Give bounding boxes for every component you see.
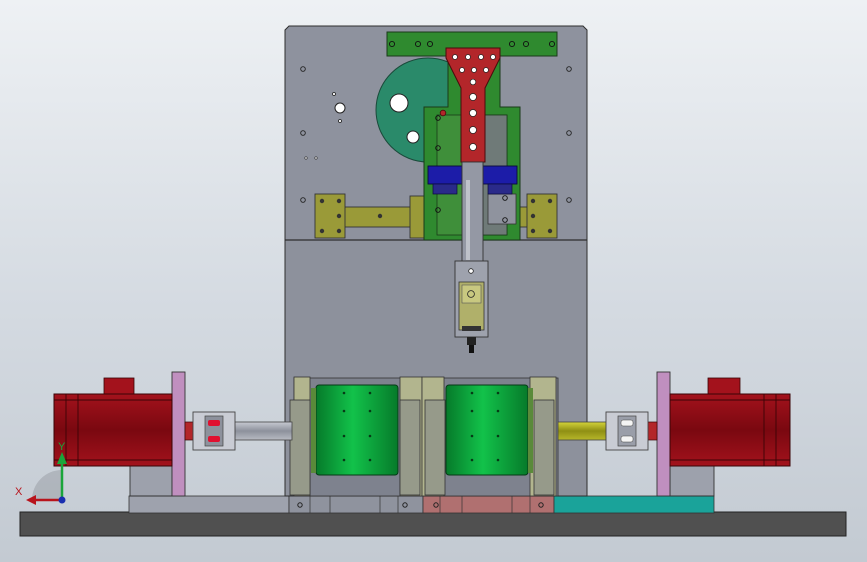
cad-viewport[interactable] <box>0 0 867 562</box>
right-drive-shaft[interactable] <box>557 421 609 441</box>
right-coupling[interactable] <box>605 411 649 451</box>
left-drive-shaft[interactable] <box>233 421 293 441</box>
triad-z-origin-icon <box>58 496 66 504</box>
reference-triad <box>26 452 67 505</box>
ground-base[interactable] <box>19 511 847 537</box>
plunger-rod[interactable] <box>461 161 484 263</box>
left-coupling[interactable] <box>192 411 236 451</box>
base-plate-assembly[interactable] <box>128 495 715 514</box>
triad-x-label: X <box>15 486 23 498</box>
triad-y-label: Y <box>58 441 66 453</box>
triad-x-arrow-icon <box>26 495 36 505</box>
